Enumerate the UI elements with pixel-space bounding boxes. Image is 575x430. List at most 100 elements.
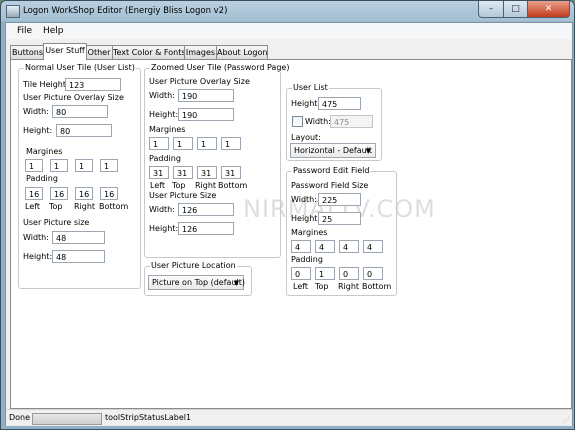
layout-label: Layout: xyxy=(291,133,321,142)
title-bar[interactable]: Logon WorkShop Editor (Energiy Bliss Log… xyxy=(1,1,574,21)
field-height-input[interactable]: 25 xyxy=(318,212,361,225)
margin-bottom-input[interactable]: 1 xyxy=(100,159,118,172)
margin-bottom-input[interactable]: 4 xyxy=(363,240,383,253)
menu-bar: File Help xyxy=(6,23,572,39)
margins-label: Margines xyxy=(149,125,186,134)
padding-top-input[interactable]: 31 xyxy=(173,166,193,179)
padding-right-input[interactable]: 0 xyxy=(339,267,359,280)
padding-left-input[interactable]: 31 xyxy=(149,166,169,179)
pic-height-input[interactable]: 48 xyxy=(52,250,105,263)
list-width-label: Width: xyxy=(305,117,331,126)
list-width-checkbox[interactable] xyxy=(292,116,303,127)
field-width-input[interactable]: 225 xyxy=(318,193,361,206)
tab-buttons[interactable]: Buttons xyxy=(10,45,45,59)
overlay-height-input[interactable]: 80 xyxy=(56,124,112,137)
pic-height-input[interactable]: 126 xyxy=(178,222,234,235)
padding-bottom-input[interactable]: 16 xyxy=(100,187,118,200)
overlay-width-label: Width: xyxy=(23,107,49,116)
padding-label: Padding xyxy=(149,154,181,163)
left-caption: Left xyxy=(293,282,309,291)
field-size-title: Password Field Size xyxy=(291,181,369,190)
padding-bottom-input[interactable]: 31 xyxy=(221,166,241,179)
list-height-input[interactable]: 475 xyxy=(318,97,361,110)
overlay-height-label: Height: xyxy=(23,126,53,135)
list-width-input: 475 xyxy=(330,115,373,128)
group-title: User List xyxy=(292,83,329,92)
close-button[interactable]: ✕ xyxy=(528,1,570,18)
padding-right-input[interactable]: 16 xyxy=(75,187,93,200)
menu-help[interactable]: Help xyxy=(43,26,64,36)
pic-width-input[interactable]: 48 xyxy=(52,231,105,244)
overlay-size-title: User Picture Overlay Size xyxy=(23,93,124,102)
pic-height-label: Height: xyxy=(149,224,179,233)
padding-top-input[interactable]: 16 xyxy=(50,187,68,200)
group-user-list: User List Height: 475 Width: 475 Layout:… xyxy=(286,83,382,161)
top-caption: Top xyxy=(172,181,186,190)
overlay-height-label: Height: xyxy=(149,110,179,119)
picture-location-value: Picture on Top (default) xyxy=(152,278,245,287)
group-title: Password Edit Field xyxy=(292,166,371,175)
client-area: File Help Buttons User Stuff Other Text … xyxy=(5,22,573,426)
picture-location-dropdown[interactable]: Picture on Top (default) ▼ xyxy=(148,275,245,290)
tab-other[interactable]: Other xyxy=(85,45,113,59)
group-title: Zoomed User Tile (Password Page) xyxy=(150,63,291,72)
padding-right-input[interactable]: 31 xyxy=(197,166,217,179)
margin-left-input[interactable]: 1 xyxy=(149,137,169,150)
resize-grip-icon[interactable]: ⋰ xyxy=(563,416,570,424)
margin-top-input[interactable]: 1 xyxy=(173,137,193,150)
margin-left-input[interactable]: 4 xyxy=(291,240,311,253)
tab-images[interactable]: Images xyxy=(184,45,217,59)
app-icon xyxy=(6,5,20,18)
tab-user-stuff[interactable]: User Stuff xyxy=(43,43,87,60)
padding-label: Padding xyxy=(26,174,58,183)
margins-label: Margines xyxy=(26,147,63,156)
chevron-down-icon: ▼ xyxy=(365,147,371,155)
bottom-caption: Bottom xyxy=(99,202,129,211)
tab-page-user-stuff: NIRMALTV.COM Normal User Tile (User List… xyxy=(10,59,572,409)
picture-size-title: User Picture Size xyxy=(149,191,217,200)
pic-width-label: Width: xyxy=(149,205,175,214)
pic-width-input[interactable]: 126 xyxy=(178,203,234,216)
margin-left-input[interactable]: 1 xyxy=(25,159,43,172)
padding-top-input[interactable]: 1 xyxy=(315,267,335,280)
tab-text-color-fonts[interactable]: Text Color & Fonts xyxy=(112,45,186,59)
padding-label: Padding xyxy=(291,255,323,264)
group-normal-user-tile: Normal User Tile (User List) Tile Height… xyxy=(18,63,141,289)
overlay-width-input[interactable]: 80 xyxy=(52,105,108,118)
overlay-width-input[interactable]: 190 xyxy=(178,89,234,102)
tile-height-input[interactable]: 123 xyxy=(65,78,121,91)
margin-bottom-input[interactable]: 1 xyxy=(221,137,241,150)
margin-right-input[interactable]: 1 xyxy=(75,159,93,172)
padding-left-input[interactable]: 0 xyxy=(291,267,311,280)
maximize-button[interactable]: □ xyxy=(504,1,528,18)
padding-left-input[interactable]: 16 xyxy=(25,187,43,200)
margin-right-input[interactable]: 1 xyxy=(197,137,217,150)
layout-dropdown[interactable]: Horizontal - Default ▼ xyxy=(290,143,376,158)
caption-buttons: – □ ✕ xyxy=(478,1,570,18)
group-zoomed-user-tile: Zoomed User Tile (Password Page) User Pi… xyxy=(144,63,291,258)
left-caption: Left xyxy=(150,181,166,190)
margin-top-input[interactable]: 1 xyxy=(50,159,68,172)
top-caption: Top xyxy=(49,202,63,211)
picture-size-title: User Picture size xyxy=(23,218,90,227)
status-bar: Done toolStripStatusLabel1 ⋰ xyxy=(6,409,572,426)
padding-bottom-input[interactable]: 0 xyxy=(363,267,383,280)
group-password-edit-field: Password Edit Field Password Field Size … xyxy=(286,166,397,296)
bottom-caption: Bottom xyxy=(218,181,248,190)
right-caption: Right xyxy=(338,282,360,291)
margin-right-input[interactable]: 4 xyxy=(339,240,359,253)
field-width-label: Width: xyxy=(291,195,317,204)
field-height-label: Height: xyxy=(291,214,321,223)
overlay-size-title: User Picture Overlay Size xyxy=(149,77,250,86)
left-caption: Left xyxy=(25,202,41,211)
menu-file[interactable]: File xyxy=(17,26,32,36)
group-title: Normal User Tile (User List) xyxy=(24,63,136,72)
tile-height-label: Tile Height: xyxy=(23,80,69,89)
margin-top-input[interactable]: 4 xyxy=(315,240,335,253)
minimize-button[interactable]: – xyxy=(478,1,504,18)
status-label: toolStripStatusLabel1 xyxy=(105,413,192,422)
overlay-height-input[interactable]: 190 xyxy=(178,108,234,121)
tab-about-logon[interactable]: About Logon xyxy=(216,45,268,59)
window-title: Logon WorkShop Editor (Energiy Bliss Log… xyxy=(23,6,228,16)
pic-width-label: Width: xyxy=(23,233,49,242)
